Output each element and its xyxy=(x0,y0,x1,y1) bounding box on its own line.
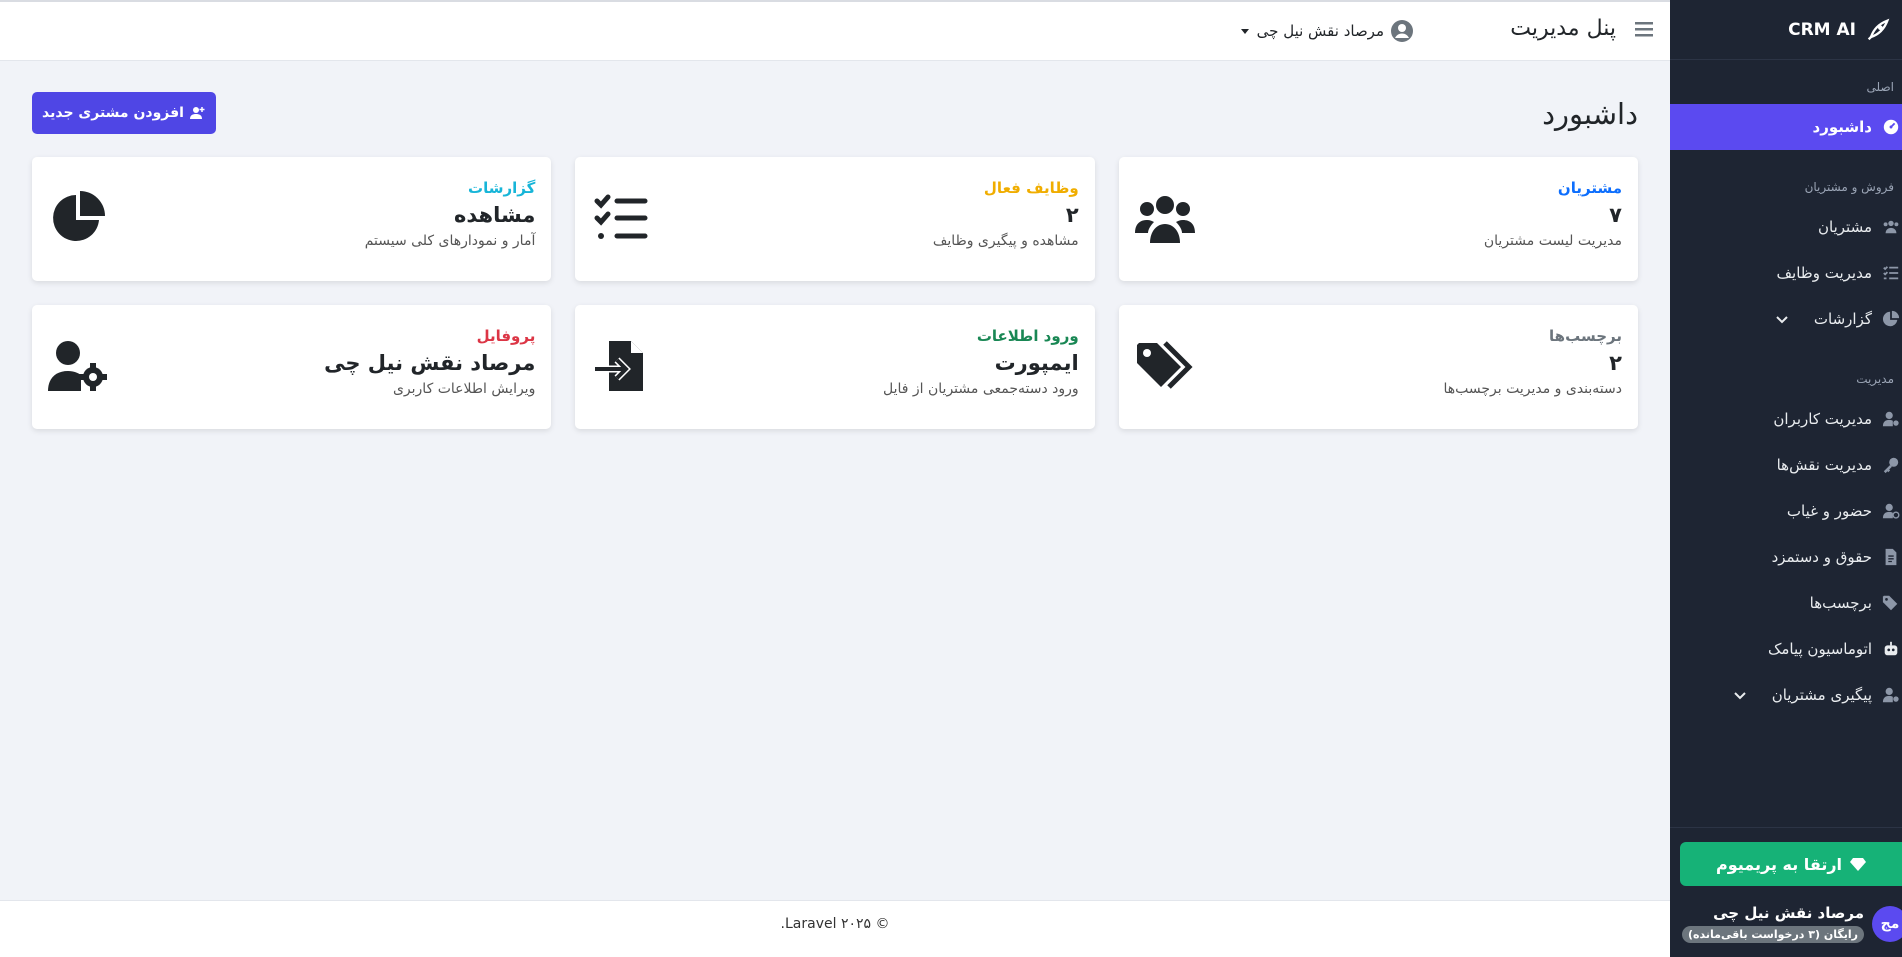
upgrade-premium-button[interactable]: ارتقا به پریمیوم xyxy=(1680,842,1902,886)
sidebar-item-payroll[interactable]: حقوق و دستمزد xyxy=(1670,534,1902,580)
footer: © ۲۰۲۵ Laravel. xyxy=(0,900,1670,957)
sidebar-item-customers[interactable]: مشتریان xyxy=(1670,204,1902,250)
sidebar-item-label: حضور و غیاب xyxy=(1786,502,1872,520)
card-desc: مشاهده و پیگیری وظایف xyxy=(932,233,1079,249)
sidebar-item-attendance[interactable]: حضور و غیاب xyxy=(1670,488,1902,534)
user-plus-icon xyxy=(189,107,205,119)
sidebar-user-name: مرصاد نقش نیل چی xyxy=(1713,904,1864,922)
user-clock-icon xyxy=(1882,503,1900,519)
sidebar-item-label: اتوماسیون پیامک xyxy=(1767,640,1872,658)
sidebar-footer: ارتقا به پریمیوم مج مرصاد نقش نیل چی رای… xyxy=(1670,827,1902,957)
copyright-text: © ۲۰۲۵ Laravel. xyxy=(780,916,890,932)
upgrade-premium-label: ارتقا به پریمیوم xyxy=(1715,854,1843,874)
gem-icon xyxy=(1850,858,1867,871)
sidebar-item-label: حقوق و دستمزد xyxy=(1771,548,1872,566)
card-value: ۲ xyxy=(1609,351,1622,375)
section-title-management: مدیریت xyxy=(1856,372,1894,386)
card-kicker: وظایف فعال xyxy=(983,179,1079,197)
brand[interactable]: CRM AI xyxy=(1670,0,1902,60)
user-circle-icon xyxy=(1391,20,1413,42)
sidebar-item-label: برچسب‌ها xyxy=(1809,594,1872,612)
sidebar-item-customer-followup[interactable]: پیگیری مشتریان xyxy=(1670,672,1902,718)
card-desc: آمار و نمودارهای کلی سیستم xyxy=(364,233,536,249)
card-kicker: ورود اطلاعات xyxy=(976,327,1079,345)
plan-badge: رایگان (۳ درخواست باقی‌مانده) xyxy=(1682,926,1864,943)
card-kicker: مشتریان xyxy=(1557,179,1622,197)
gauge-icon xyxy=(1883,119,1899,135)
sidebar-item-tags[interactable]: برچسب‌ها xyxy=(1670,580,1902,626)
card-tasks[interactable]: وظایف فعال ۲ مشاهده و پیگیری وظایف xyxy=(575,157,1095,281)
tasks-icon xyxy=(594,194,648,239)
card-profile[interactable]: پروفایل مرصاد نقش نیل چی ویرایش اطلاعات … xyxy=(32,305,552,429)
user-gear-icon xyxy=(48,341,108,391)
caret-down-icon xyxy=(1240,28,1249,34)
users-icon xyxy=(1134,196,1195,243)
dashboard-cards: مشتریان ۷ مدیریت لیست مشتریان وظایف فعال… xyxy=(32,157,1638,429)
topbar: پنل مدیریت مرصاد نقش نیل چی xyxy=(0,0,1670,61)
card-kicker: پروفایل xyxy=(476,327,536,345)
sidebar-item-label: مدیریت وظایف xyxy=(1776,264,1873,282)
card-kicker: گزارشات xyxy=(468,179,536,197)
user-dropdown[interactable]: مرصاد نقش نیل چی xyxy=(1240,19,1414,43)
pie-chart-icon xyxy=(1882,310,1900,327)
sidebar: CRM AI اصلی داشبورد فروش و مشتریان مشتری… xyxy=(1670,0,1902,957)
card-value: ۲ xyxy=(1065,203,1079,227)
chevron-down-icon[interactable] xyxy=(1732,687,1748,703)
avatar: مج xyxy=(1872,905,1902,942)
sidebar-item-label: مدیریت نقش‌ها xyxy=(1776,456,1872,474)
card-value: ۷ xyxy=(1609,203,1622,227)
panel-title: پنل مدیریت xyxy=(1510,16,1616,41)
sidebar-item-reports[interactable]: گزارشات xyxy=(1670,296,1902,342)
menu-toggle-icon[interactable] xyxy=(1634,19,1654,39)
card-desc: مدیریت لیست مشتریان xyxy=(1483,233,1622,249)
robot-icon xyxy=(1884,641,1898,656)
sidebar-item-label: مشتریان xyxy=(1818,218,1872,236)
sidebar-item-label: مدیریت کاربران xyxy=(1773,410,1872,428)
sidebar-item-label: پیگیری مشتریان xyxy=(1771,686,1872,704)
user-follow-icon xyxy=(1882,687,1899,703)
topbar-user-name: مرصاد نقش نیل چی xyxy=(1256,22,1384,40)
sidebar-item-sms-automation[interactable]: اتوماسیون پیامک xyxy=(1670,626,1902,672)
sidebar-item-label: گزارشات xyxy=(1813,310,1872,328)
users-icon xyxy=(1883,220,1899,234)
add-customer-label: افزودن مشتری جدید xyxy=(42,105,184,121)
section-title-sales: فروش و مشتریان xyxy=(1804,180,1894,194)
add-customer-button[interactable]: افزودن مشتری جدید xyxy=(32,92,216,134)
card-desc: ویرایش اطلاعات کاربری xyxy=(392,381,536,397)
card-tags[interactable]: برچسب‌ها ۲ دسته‌بندی و مدیریت برچسب‌ها xyxy=(1118,305,1638,429)
page-title: داشبورد xyxy=(1542,97,1638,131)
tags-icon xyxy=(1136,341,1193,389)
user-cog-icon xyxy=(1882,411,1899,427)
pie-chart-icon xyxy=(53,191,106,241)
card-desc: دسته‌بندی و مدیریت برچسب‌ها xyxy=(1443,381,1622,397)
card-kicker: برچسب‌ها xyxy=(1549,327,1622,345)
tags-icon xyxy=(1882,595,1898,611)
file-import-icon xyxy=(595,341,644,391)
sidebar-item-label: داشبورد xyxy=(1812,118,1872,136)
card-desc: ورود دسته‌جمعی مشتریان از فایل xyxy=(883,381,1079,397)
invoice-icon xyxy=(1885,548,1897,566)
sidebar-item-user-management[interactable]: مدیریت کاربران xyxy=(1670,396,1902,442)
rocket-icon xyxy=(1867,18,1890,40)
card-value: ایمپورت xyxy=(994,351,1079,375)
key-icon xyxy=(1883,457,1899,474)
sidebar-item-roles[interactable]: مدیریت نقش‌ها xyxy=(1670,442,1902,488)
tasks-icon xyxy=(1883,266,1899,280)
card-value: مشاهده xyxy=(453,203,536,227)
sidebar-item-dashboard[interactable]: داشبورد xyxy=(1670,104,1902,150)
card-customers[interactable]: مشتریان ۷ مدیریت لیست مشتریان xyxy=(1118,157,1638,281)
sidebar-item-tasks[interactable]: مدیریت وظایف xyxy=(1670,250,1902,296)
sidebar-user[interactable]: مج مرصاد نقش نیل چی رایگان (۳ درخواست با… xyxy=(1670,886,1902,947)
main-content: داشبورد افزودن مشتری جدید مشتریان ۷ مدیر… xyxy=(0,61,1670,900)
card-reports[interactable]: گزارشات مشاهده آمار و نمودارهای کلی سیست… xyxy=(32,157,552,281)
brand-name: CRM AI xyxy=(1788,19,1856,40)
card-value: مرصاد نقش نیل چی xyxy=(324,351,536,375)
section-title-main: اصلی xyxy=(1866,80,1895,94)
chevron-down-icon[interactable] xyxy=(1774,311,1790,327)
card-import[interactable]: ورود اطلاعات ایمپورت ورود دسته‌جمعی مشتر… xyxy=(575,305,1095,429)
